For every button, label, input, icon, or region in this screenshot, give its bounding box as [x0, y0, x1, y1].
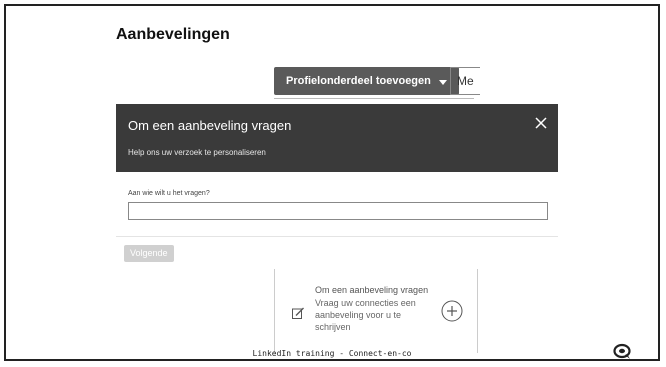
card-title: Om een aanbeveling vragen: [315, 285, 429, 295]
plus-icon[interactable]: [441, 300, 463, 322]
recipient-input[interactable]: [128, 202, 548, 220]
presentation-slide: Aanbevelingen Profielonderdeel toevoegen…: [4, 4, 660, 361]
modal-title: Om een aanbeveling vragen: [128, 118, 292, 133]
modal-body: Aan wie wilt u het vragen?: [116, 172, 558, 236]
pencil-icon: [292, 307, 304, 319]
divider: [274, 98, 474, 99]
caret-down-icon: [438, 79, 447, 85]
modal-subtitle: Help ons uw verzoek te personaliseren: [128, 148, 266, 157]
modal-header: Om een aanbeveling vragen Help ons uw ve…: [116, 104, 558, 172]
close-icon[interactable]: [534, 116, 548, 130]
card-description: Vraag uw connecties een aanbeveling voor…: [315, 298, 416, 332]
add-profile-section-label: Profielonderdeel toevoegen: [286, 75, 431, 87]
recipient-field-label: Aan wie wilt u het vragen?: [128, 190, 210, 197]
more-button[interactable]: Me: [450, 67, 480, 95]
chat-bubble-logo-icon: [613, 343, 631, 359]
slide-title: Aanbevelingen: [116, 26, 230, 43]
next-button[interactable]: Volgende: [124, 245, 174, 262]
slide-footer: LinkedIn training - Connect-en-co: [252, 349, 412, 358]
add-profile-section-button[interactable]: Profielonderdeel toevoegen: [274, 67, 459, 95]
request-recommendation-card[interactable]: Om een aanbeveling vragen Vraag uw conne…: [274, 269, 478, 353]
modal-footer: Volgende: [116, 236, 558, 271]
